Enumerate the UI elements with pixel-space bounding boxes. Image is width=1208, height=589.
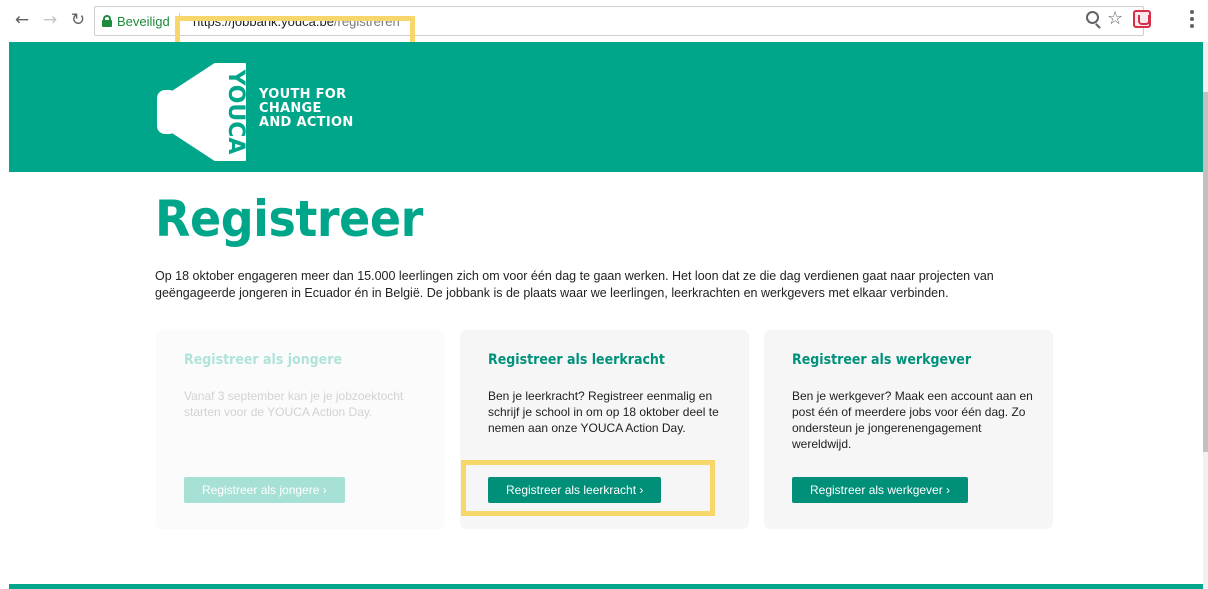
logo-wordmark: YOUTH FOR CHANGE AND ACTION	[259, 88, 354, 130]
logo-line-3: AND ACTION	[259, 115, 354, 130]
card-werkgever: Registreer als werkgever Ben je werkgeve…	[764, 330, 1053, 529]
card-text: Ben je leerkracht? Registreer eenmalig e…	[488, 389, 719, 435]
lock-icon	[102, 15, 112, 27]
page-scrollbar[interactable]	[1203, 42, 1208, 589]
youca-logo[interactable]: YOUCA YOUTH FOR CHANGE AND ACTION	[157, 60, 397, 170]
register-werkgever-button[interactable]: Registreer als werkgever ›	[792, 477, 969, 503]
forward-arrow-icon[interactable]: →	[40, 10, 60, 30]
scrollbar-thumb[interactable]	[1203, 92, 1208, 452]
page-title: Registreer	[155, 190, 423, 248]
button-highlight-box	[461, 460, 715, 516]
logo-line-2: CHANGE	[259, 101, 322, 116]
card-title: Registreer als leerkracht	[488, 352, 665, 368]
card-text: Vanaf 3 september kan je je jobzoektocht…	[184, 389, 404, 419]
secure-label: Beveiligd	[117, 14, 170, 29]
card-title: Registreer als jongere	[184, 352, 342, 368]
pocket-extension-icon[interactable]	[1133, 10, 1151, 28]
logo-mark-text: YOUCA	[223, 69, 248, 155]
bookmark-star-icon[interactable]: ☆	[1107, 9, 1123, 29]
zoom-icon[interactable]	[1086, 11, 1099, 24]
reload-icon[interactable]: ↻	[68, 10, 88, 30]
footer-bar	[9, 584, 1203, 589]
intro-paragraph: Op 18 oktober engageren meer dan 15.000 …	[155, 269, 994, 300]
youca-megaphone-logo-icon: YOUCA	[157, 63, 248, 161]
logo-line-1: YOUTH FOR	[259, 87, 347, 102]
back-arrow-icon[interactable]: ←	[12, 10, 32, 30]
browser-menu-icon[interactable]	[1190, 10, 1194, 30]
card-jongere: Registreer als jongere Vanaf 3 september…	[156, 330, 445, 529]
site-header: YOUCA YOUTH FOR CHANGE AND ACTION	[9, 42, 1205, 172]
register-jongere-button[interactable]: Registreer als jongere ›	[184, 477, 345, 503]
card-text: Ben je werkgever? Maak een account aan e…	[792, 389, 1033, 451]
card-title: Registreer als werkgever	[792, 352, 972, 368]
